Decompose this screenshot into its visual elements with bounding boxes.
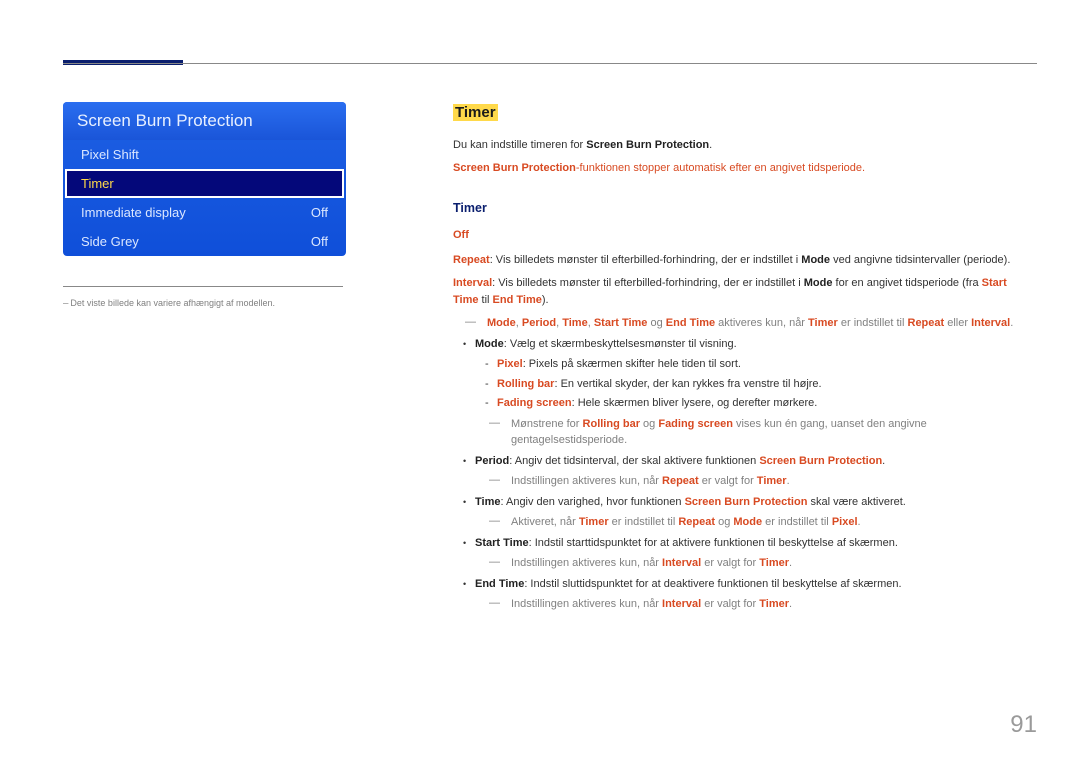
- grey-note-5: Indstillingen aktiveres kun, når Interva…: [489, 555, 1033, 572]
- page-number: 91: [1010, 711, 1037, 739]
- fading-screen-line: Fading screen: Hele skærmen bliver lyser…: [485, 395, 1033, 412]
- dash-icon: ―: [63, 299, 68, 309]
- page: Screen Burn Protection Pixel Shift Timer…: [0, 0, 1080, 763]
- interval-line: Interval: Vis billedets mønster til efte…: [453, 275, 1033, 308]
- time-sublist: Time: Angiv den varighed, hvor funktione…: [463, 494, 1033, 511]
- top-divider: [63, 63, 1037, 64]
- pixel-line: Pixel: Pixels på skærmen skifter hele ti…: [485, 356, 1033, 373]
- period-sublist: Period: Angiv det tidsinterval, der skal…: [463, 453, 1033, 470]
- intro-line-1: Du kan indstille timeren for Screen Burn…: [453, 137, 1033, 154]
- time-line: Time: Angiv den varighed, hvor funktione…: [463, 494, 1033, 511]
- endtime-line: End Time: Indstil sluttidspunktet for at…: [463, 576, 1033, 593]
- mode-dash-list: Pixel: Pixels på skærmen skifter hele ti…: [485, 356, 1033, 412]
- settings-menu: Screen Burn Protection Pixel Shift Timer…: [63, 102, 346, 256]
- mode-sublist: Mode: Vælg et skærmbeskyttelsesmønster t…: [463, 336, 1033, 412]
- repeat-line: Repeat: Vis billedets mønster til efterb…: [453, 252, 1033, 269]
- left-column: Screen Burn Protection Pixel Shift Timer…: [63, 102, 346, 311]
- right-column: Timer Du kan indstille timeren for Scree…: [453, 102, 1033, 617]
- menu-item-label: Immediate display: [81, 205, 186, 220]
- grey-note-1: Mode, Period, Time, Start Time og End Ti…: [465, 315, 1033, 332]
- menu-item-label: Pixel Shift: [81, 147, 139, 162]
- period-line: Period: Angiv det tidsinterval, der skal…: [463, 453, 1033, 470]
- grey-note-6: Indstillingen aktiveres kun, når Interva…: [489, 596, 1033, 613]
- rolling-bar-line: Rolling bar: En vertikal skyder, der kan…: [485, 376, 1033, 393]
- menu-item-pixel-shift[interactable]: Pixel Shift: [63, 140, 346, 169]
- endtime-sublist: End Time: Indstil sluttidspunktet for at…: [463, 576, 1033, 593]
- menu-item-immediate-display[interactable]: Immediate display Off: [63, 198, 346, 227]
- section-heading: Timer: [453, 102, 1033, 125]
- menu-item-value: Off: [311, 234, 328, 249]
- starttime-line: Start Time: Indstil starttidspunktet for…: [463, 535, 1033, 552]
- model-note: ―Det viste billede kan variere afhængigt…: [63, 297, 346, 311]
- menu-item-timer[interactable]: Timer: [65, 169, 344, 198]
- mode-line: Mode: Vælg et skærmbeskyttelsesmønster t…: [463, 336, 1033, 412]
- menu-item-label: Timer: [81, 176, 114, 191]
- menu-item-label: Side Grey: [81, 234, 139, 249]
- grey-note-4: Aktiveret, når Timer er indstillet til R…: [489, 514, 1033, 531]
- grey-note-2: Mønstrene for Rolling bar og Fading scre…: [489, 416, 1033, 449]
- subsection-heading: Timer: [453, 199, 1033, 218]
- menu-title: Screen Burn Protection: [63, 102, 346, 140]
- grey-note-3: Indstillingen aktiveres kun, når Repeat …: [489, 473, 1033, 490]
- option-off: Off: [453, 227, 1033, 244]
- starttime-sublist: Start Time: Indstil starttidspunktet for…: [463, 535, 1033, 552]
- menu-item-side-grey[interactable]: Side Grey Off: [63, 227, 346, 256]
- intro-line-2: Screen Burn Protection-funktionen stoppe…: [453, 160, 1033, 177]
- menu-item-value: Off: [311, 205, 328, 220]
- note-divider: [63, 286, 343, 287]
